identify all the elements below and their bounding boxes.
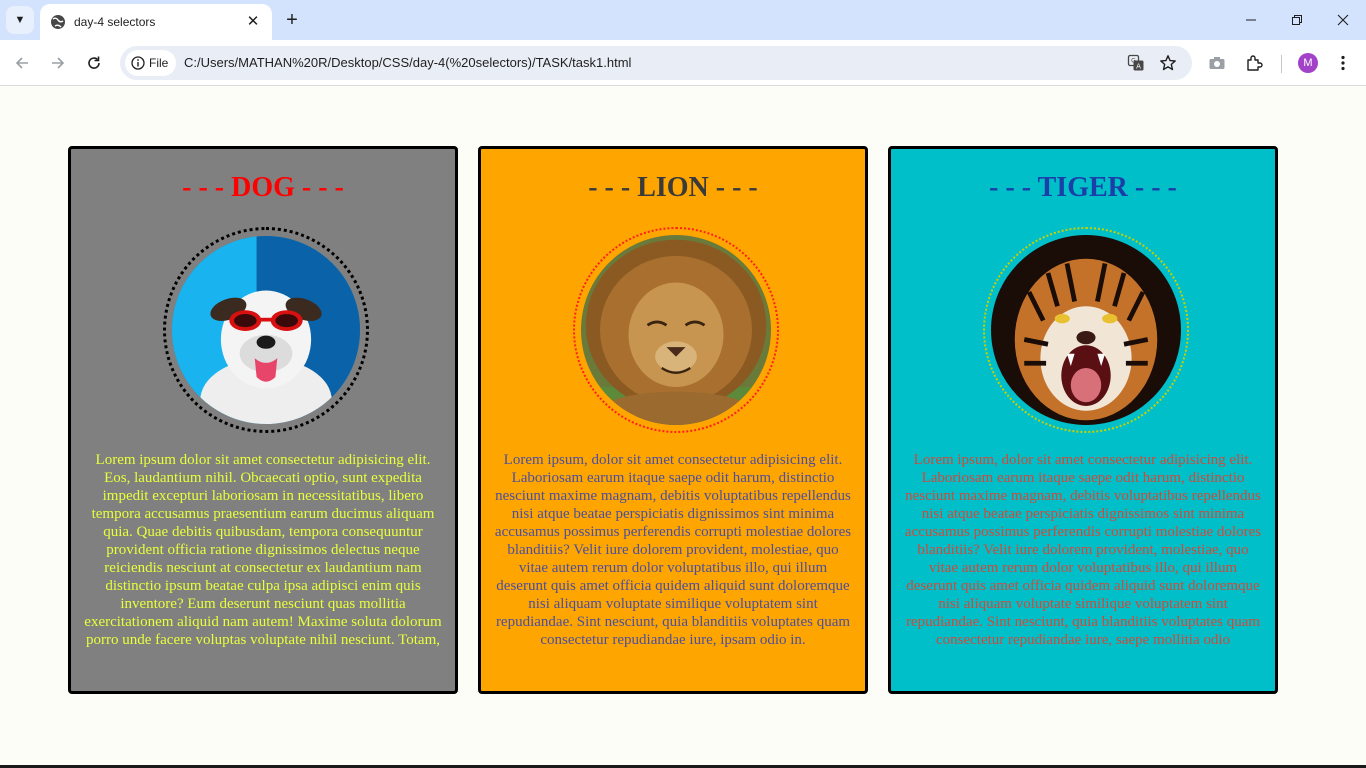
menu-button[interactable] (1333, 53, 1353, 73)
bookmark-button[interactable] (1158, 53, 1178, 73)
arrow-right-icon (52, 57, 65, 69)
card-dog: - - - DOG - - - Lorem ipsum dolor sit am… (68, 146, 458, 694)
restore-button[interactable] (1274, 0, 1320, 40)
plus-icon: + (286, 8, 298, 31)
star-icon (1160, 55, 1176, 71)
tiger-portrait (983, 227, 1189, 433)
chevron-down-icon: ▼ (14, 14, 26, 26)
camera-icon (1209, 57, 1225, 69)
browser-toolbar: File C:/Users/MATHAN%20R/Desktop/CSS/day… (0, 40, 1366, 86)
restore-icon (1292, 15, 1302, 25)
minimize-button[interactable] (1228, 0, 1274, 40)
screenshot-button[interactable] (1207, 53, 1227, 73)
card-title-lion: - - - LION - - - (588, 172, 758, 203)
card-text-dog: Lorem ipsum dolor sit amet consectetur a… (84, 452, 442, 648)
forward-button[interactable] (44, 49, 72, 77)
window-close-button[interactable] (1320, 0, 1366, 40)
tab-search-button[interactable]: ▼ (6, 6, 34, 34)
toolbar-divider (1281, 55, 1282, 73)
extensions-button[interactable] (1244, 53, 1264, 73)
tab-title: day-4 selectors (74, 15, 156, 29)
back-button[interactable] (8, 49, 36, 77)
profile-avatar[interactable]: M (1298, 53, 1318, 73)
browser-tab[interactable]: day-4 selectors ✕ (40, 4, 272, 40)
address-bar[interactable]: File C:/Users/MATHAN%20R/Desktop/CSS/day… (120, 46, 1192, 80)
card-lion: - - - LION - - - Lorem ipsum, dolor sit … (478, 146, 868, 694)
lion-image (581, 235, 771, 425)
card-text-lion: Lorem ipsum, dolor sit amet consectetur … (494, 452, 852, 648)
info-icon (131, 56, 145, 70)
close-icon[interactable]: ✕ (244, 13, 262, 31)
new-tab-button[interactable]: + (280, 8, 304, 32)
dog-image (172, 236, 360, 424)
translate-button[interactable]: AG (1126, 53, 1146, 73)
card-title-tiger: - - - TIGER - - - (989, 172, 1177, 203)
svg-text:G: G (1131, 58, 1136, 65)
close-icon (1337, 14, 1349, 26)
kebab-menu-icon (1341, 55, 1345, 71)
translate-icon: AG (1127, 54, 1144, 71)
tab-strip: ▼ day-4 selectors ✕ + (0, 0, 1366, 40)
globe-icon (50, 14, 66, 30)
tiger-image (991, 235, 1181, 425)
reload-button[interactable] (80, 49, 108, 77)
card-title-dog: - - - DOG - - - (182, 172, 344, 203)
puzzle-icon (1247, 55, 1263, 71)
reload-icon (88, 56, 100, 69)
svg-text:A: A (1136, 63, 1141, 71)
site-info-chip[interactable]: File (125, 50, 177, 76)
site-chip-label: File (149, 56, 169, 70)
page-viewport: - - - DOG - - - Lorem ipsum dolor sit am… (0, 87, 1366, 768)
dog-portrait (163, 227, 369, 433)
url-text[interactable]: C:/Users/MATHAN%20R/Desktop/CSS/day-4(%2… (184, 55, 631, 70)
card-tiger: - - - TIGER - - - Lorem ipsum, dolor sit… (888, 146, 1278, 694)
card-text-tiger: Lorem ipsum, dolor sit amet consectetur … (904, 452, 1262, 648)
minimize-icon (1246, 19, 1256, 21)
arrow-left-icon (15, 57, 28, 69)
lion-portrait (573, 227, 779, 433)
